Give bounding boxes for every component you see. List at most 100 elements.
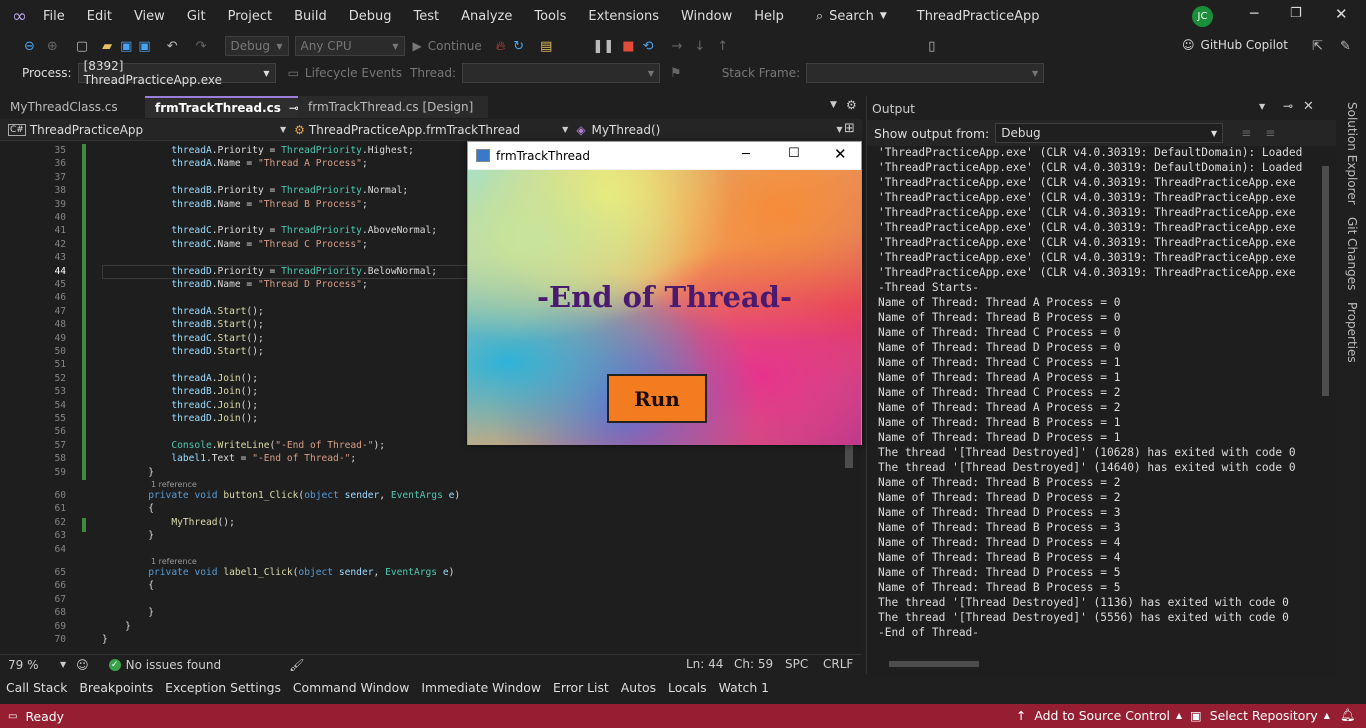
menu-debug[interactable]: Debug xyxy=(349,9,392,24)
process-select[interactable]: [8392] ThreadPracticeApp.exe ▼ xyxy=(77,59,276,87)
menu-file[interactable]: File xyxy=(43,9,65,24)
code-line[interactable]: { xyxy=(102,502,154,515)
forward-icon[interactable]: ⊕ xyxy=(47,39,58,54)
step-into-icon[interactable]: ↓ xyxy=(694,39,705,54)
chevron-down-icon[interactable]: ▼ xyxy=(1259,102,1265,111)
tab-mythreadclass[interactable]: MyThreadClass.cs xyxy=(0,96,145,118)
line-ending[interactable]: CRLF xyxy=(823,657,853,671)
hot-reload-icon[interactable]: 🔥︎ xyxy=(496,39,506,54)
menu-view[interactable]: View xyxy=(134,9,165,24)
menu-edit[interactable]: Edit xyxy=(87,9,112,24)
restart-icon[interactable]: ↻ xyxy=(513,39,524,54)
line-number[interactable]: Ln: 44 xyxy=(686,657,723,671)
copilot-status-icon[interactable]: ☺ xyxy=(76,658,89,672)
bookmark-icon[interactable]: ▯ xyxy=(928,39,935,54)
tool-tab-error-list[interactable]: Error List xyxy=(553,680,609,695)
code-line[interactable]: threadC.Priority = ThreadPriority.AboveN… xyxy=(102,224,437,237)
code-reference-lens[interactable]: 1 reference xyxy=(151,480,197,489)
code-line[interactable]: } xyxy=(102,633,108,646)
platform-select[interactable]: Any CPU ▼ xyxy=(294,36,405,56)
code-reference-lens[interactable]: 1 reference xyxy=(151,557,197,566)
code-line[interactable]: } xyxy=(102,620,131,633)
gear-icon[interactable]: ⚙ xyxy=(846,98,857,112)
code-line[interactable]: threadB.Join(); xyxy=(102,385,258,398)
form-minimize-button[interactable]: ─ xyxy=(742,147,750,162)
avatar[interactable]: JC xyxy=(1192,6,1213,27)
configuration-select[interactable]: Debug ▼ xyxy=(224,36,289,56)
tool-tab-immediate-window[interactable]: Immediate Window xyxy=(421,680,541,695)
browse-icon[interactable]: ▤ xyxy=(540,39,552,54)
code-line[interactable]: } xyxy=(102,529,154,542)
tab-frmtrackthread-design[interactable]: frmTrackThread.cs [Design] xyxy=(298,96,488,118)
code-line[interactable]: threadA.Priority = ThreadPriority.Highes… xyxy=(102,144,414,157)
save-all-icon[interactable]: ▣ xyxy=(138,39,150,54)
whitespace-mode[interactable]: SPC xyxy=(785,657,808,671)
code-line[interactable]: threadD.Priority = ThreadPriority.BelowN… xyxy=(102,265,437,278)
menu-test[interactable]: Test xyxy=(414,9,440,24)
select-repository-button[interactable]: ▣ Select Repository ▲ xyxy=(1190,708,1330,723)
tab-git-changes[interactable]: Git Changes xyxy=(1345,217,1359,290)
pause-icon[interactable]: ❚❚ xyxy=(592,39,614,54)
code-line[interactable]: threadA.Start(); xyxy=(102,305,263,318)
form-maximize-button[interactable]: ☐ xyxy=(788,146,800,161)
tool-tab-call-stack[interactable]: Call Stack xyxy=(6,680,67,695)
github-copilot-button[interactable]: ☺ GitHub Copilot xyxy=(1182,38,1288,52)
close-icon[interactable]: ✕ xyxy=(1303,99,1314,114)
close-button[interactable]: ✕ xyxy=(1335,5,1348,23)
scrollbar-thumb[interactable] xyxy=(889,661,979,667)
clear-all-icon[interactable]: ≡ xyxy=(1241,126,1251,140)
stack-frame-select[interactable]: ▼ xyxy=(806,63,1045,83)
new-item-icon[interactable]: ▢ xyxy=(76,39,88,54)
output-horizontal-scrollbar[interactable] xyxy=(879,658,1319,670)
class-select[interactable]: ⚙ ThreadPracticeApp.frmTrackThread xyxy=(294,123,562,137)
minimize-button[interactable]: ─ xyxy=(1250,6,1258,22)
flag-icon[interactable]: ⚑ xyxy=(670,66,682,81)
split-icon[interactable]: ⊞ xyxy=(844,121,855,136)
open-icon[interactable]: ▰ xyxy=(102,39,112,54)
zoom-level[interactable]: 79 % xyxy=(8,658,60,672)
code-line[interactable]: { xyxy=(102,579,154,592)
code-line[interactable]: threadC.Start(); xyxy=(102,332,263,345)
tool-tab-watch-1[interactable]: Watch 1 xyxy=(719,680,769,695)
redo-icon[interactable]: ↷ xyxy=(196,39,207,54)
code-line[interactable]: threadD.Join(); xyxy=(102,412,258,425)
project-select[interactable]: C# ThreadPracticeApp xyxy=(0,123,280,137)
code-line[interactable]: threadA.Name = "Thread A Process"; xyxy=(102,157,367,170)
tool-tab-breakpoints[interactable]: Breakpoints xyxy=(79,680,153,695)
save-icon[interactable]: ▣ xyxy=(120,39,132,54)
thread-status-label[interactable]: -End of Thread- xyxy=(468,280,861,314)
step-over-icon[interactable]: → xyxy=(671,39,682,54)
code-line[interactable]: threadB.Priority = ThreadPriority.Normal… xyxy=(102,184,408,197)
code-line[interactable]: threadB.Start(); xyxy=(102,318,263,331)
feedback-icon[interactable]: ✎ xyxy=(1340,39,1351,54)
step-out-icon[interactable]: ↑ xyxy=(717,39,728,54)
code-line[interactable]: private void label1_Click(object sender,… xyxy=(102,566,454,579)
run-button[interactable]: Run xyxy=(607,374,707,423)
stop-icon[interactable]: ■ xyxy=(622,39,634,54)
code-line[interactable]: threadB.Name = "Thread B Process"; xyxy=(102,198,367,211)
menu-analyze[interactable]: Analyze xyxy=(461,9,512,24)
output-text[interactable]: 'ThreadPracticeApp.exe' (CLR v4.0.30319:… xyxy=(878,145,1314,645)
notifications-icon[interactable]: 🔔︎ xyxy=(1340,707,1356,723)
tab-frmtrackthread[interactable]: frmTrackThread.cs⊸✕ xyxy=(145,96,317,118)
tab-list-icon[interactable]: ▼ xyxy=(830,100,837,110)
code-line[interactable]: threadD.Start(); xyxy=(102,345,263,358)
pin-icon[interactable]: ⊸ xyxy=(1283,99,1293,113)
code-line[interactable]: } xyxy=(102,466,154,479)
menu-project[interactable]: Project xyxy=(228,9,272,24)
add-to-source-control-button[interactable]: ↑ Add to Source Control ▲ xyxy=(1016,708,1182,723)
column-number[interactable]: Ch: 59 xyxy=(734,657,773,671)
word-wrap-icon[interactable]: ≡ xyxy=(1265,126,1275,140)
tool-tab-autos[interactable]: Autos xyxy=(621,680,656,695)
scrollbar-thumb[interactable] xyxy=(1322,166,1329,396)
search-button[interactable]: ⌕ Search ▼ xyxy=(816,9,887,24)
scrollbar-thumb[interactable] xyxy=(845,442,853,468)
menu-build[interactable]: Build xyxy=(294,9,327,24)
undo-icon[interactable]: ↶ xyxy=(167,39,178,54)
menu-extensions[interactable]: Extensions xyxy=(588,9,659,24)
share-icon[interactable]: ⇱ xyxy=(1312,39,1323,54)
member-select[interactable]: ◈ MyThread() xyxy=(576,123,836,137)
code-line[interactable]: label1.Text = "-End of Thread-"; xyxy=(102,452,356,465)
code-line[interactable]: threadA.Join(); xyxy=(102,372,258,385)
menu-help[interactable]: Help xyxy=(754,9,784,24)
